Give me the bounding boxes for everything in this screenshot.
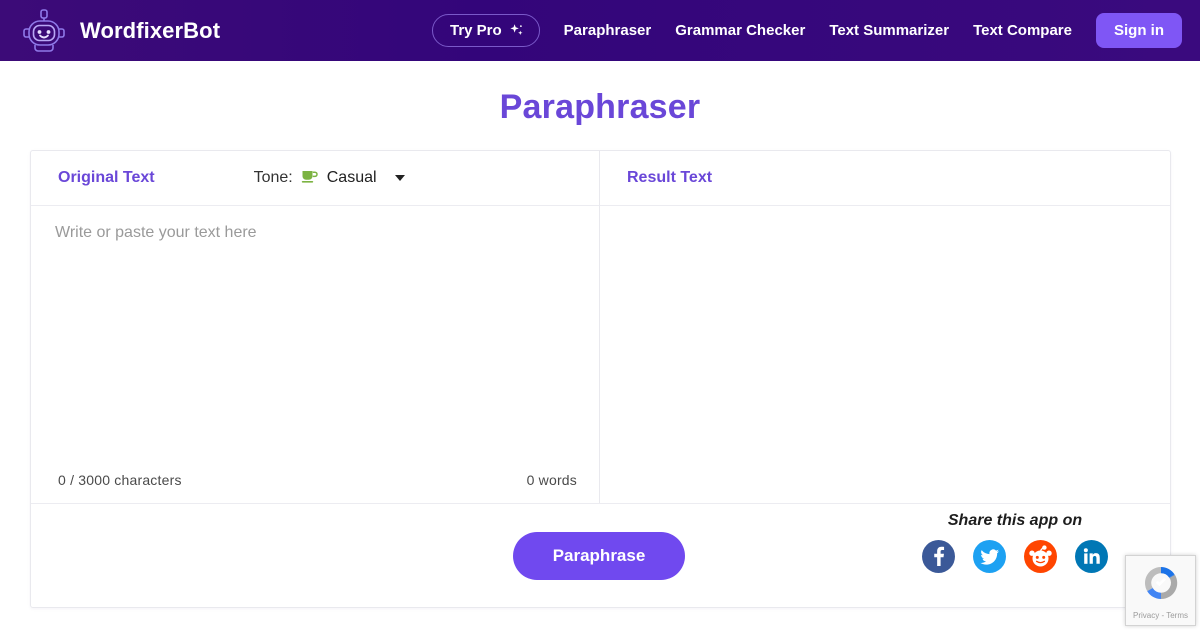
original-text-header: Original Text Tone: Casual: [31, 151, 599, 206]
paraphrase-button[interactable]: Paraphrase: [512, 531, 686, 580]
original-text-placeholder: Write or paste your text here: [55, 224, 257, 241]
main-nav: Try Pro Paraphraser Grammar Checker Text…: [431, 13, 1182, 48]
recaptcha-icon: [1140, 562, 1182, 609]
twitter-icon[interactable]: [973, 540, 1006, 573]
facebook-icon[interactable]: [922, 540, 955, 573]
result-counters: [600, 456, 1170, 503]
editor-counters: 0 / 3000 characters 0 words: [31, 456, 599, 503]
top-navigation-bar: WordfixerBot Try Pro Paraphraser Grammar…: [0, 0, 1200, 61]
original-text-panel: Original Text Tone: Casual Write or past…: [31, 151, 600, 503]
tone-label: Tone:: [253, 169, 293, 186]
result-text-title: Result Text: [627, 169, 713, 186]
nav-link-text-compare[interactable]: Text Compare: [973, 22, 1072, 39]
reddit-icon[interactable]: [1024, 540, 1057, 573]
coffee-cup-icon: [301, 168, 319, 188]
page-title: Paraphraser: [499, 88, 701, 126]
word-count: 0 words: [526, 471, 577, 488]
panels-row: Original Text Tone: Casual Write or past…: [31, 151, 1170, 503]
result-text-panel: Result Text: [600, 151, 1170, 503]
card-footer: Paraphrase Share this app on: [31, 503, 1170, 607]
result-text-output[interactable]: [600, 206, 1170, 456]
try-pro-label: Try Pro: [449, 22, 502, 39]
sparkle-icon: [509, 23, 524, 38]
tone-value: Casual: [326, 169, 377, 186]
nav-link-grammar-checker[interactable]: Grammar Checker: [675, 22, 805, 39]
brand-logo-link[interactable]: WordfixerBot: [20, 7, 220, 55]
original-text-title: Original Text: [58, 169, 155, 186]
brand-name: WordfixerBot: [80, 17, 221, 43]
share-icons: [922, 540, 1108, 573]
sign-in-button[interactable]: Sign in: [1096, 13, 1182, 48]
robot-head-icon: [20, 7, 68, 55]
recaptcha-badge[interactable]: Privacy - Terms: [1125, 555, 1196, 626]
chevron-down-icon[interactable]: [394, 175, 405, 181]
try-pro-button[interactable]: Try Pro: [431, 14, 540, 47]
nav-link-paraphraser[interactable]: Paraphraser: [564, 22, 652, 39]
share-label: Share this app on: [947, 512, 1083, 529]
tone-selector[interactable]: Tone: Casual: [254, 168, 405, 188]
nav-link-text-summarizer[interactable]: Text Summarizer: [829, 22, 949, 39]
recaptcha-terms[interactable]: Privacy - Terms: [1133, 611, 1188, 620]
original-text-input[interactable]: Write or paste your text here: [31, 206, 599, 456]
paraphraser-card: Original Text Tone: Casual Write or past…: [30, 150, 1171, 608]
share-section: Share this app on: [922, 512, 1108, 573]
linkedin-icon[interactable]: [1075, 540, 1108, 573]
result-text-header: Result Text: [600, 151, 1170, 206]
character-count: 0 / 3000 characters: [58, 471, 182, 488]
